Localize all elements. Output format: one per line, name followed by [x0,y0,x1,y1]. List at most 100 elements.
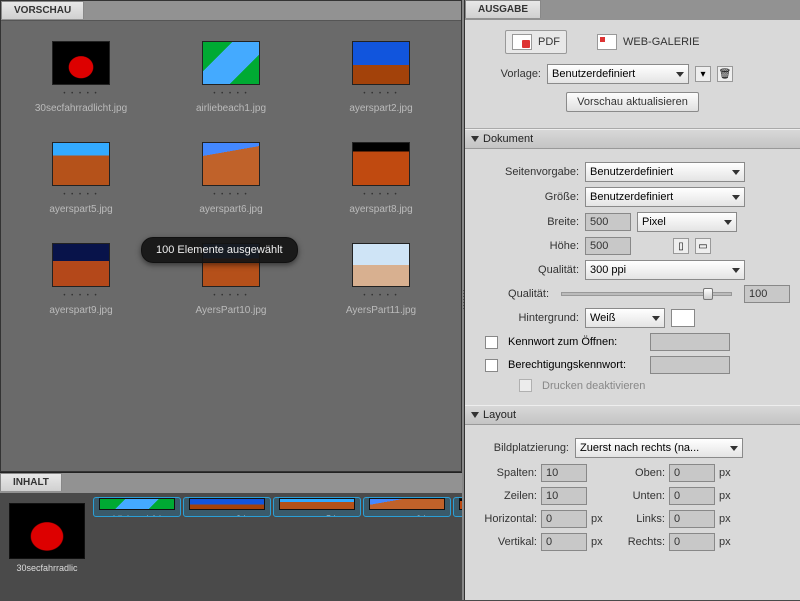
open-password-checkbox[interactable] [485,336,498,349]
selection-tooltip: 100 Elemente ausgewählt [141,237,298,263]
strip-thumb[interactable]: airliebeach1.jp [93,497,181,517]
open-password-input[interactable] [650,333,730,351]
thumb-image [202,41,260,85]
strip-label: 30secfahrradlic [7,563,87,573]
thumb-label: ayerspart8.jpg [349,204,412,215]
preview-thumb[interactable]: • • • • •ayerspart8.jpg [349,142,412,215]
placement-label: Bildplatzierung: [469,442,569,454]
placement-value: Zuerst nach rechts (na... [580,442,699,454]
layout-section-header[interactable]: Layout [465,405,800,425]
thumb-label: 30secfahrradlicht.jpg [35,103,127,114]
horiz-label: Horizontal: [469,513,537,525]
top-input[interactable] [669,464,715,482]
quality-value: 300 ppi [590,264,626,276]
strip-thumb[interactable]: ayerspart6.jpg [363,497,451,517]
perm-password-checkbox[interactable] [485,359,498,372]
disable-print-checkbox[interactable] [519,379,532,392]
template-value: Benutzerdefiniert [552,68,635,80]
web-icon [597,34,617,50]
strip-thumb[interactable]: ayers [453,497,462,517]
content-strip[interactable]: 30secfahrradlic airliebeach1.jp ayerspart2… [0,493,462,601]
preview-thumb[interactable]: • • • • • ayerspart9.jpg [49,243,112,316]
strip-thumb[interactable]: ayerspart5.jpg [273,497,361,517]
page-preset-select[interactable]: Benutzerdefiniert [585,162,745,182]
quality-select[interactable]: 300 ppi [585,260,745,280]
strip-thumb[interactable]: ayerspart2.jpg [183,497,271,517]
web-label: WEB-GALERIE [623,36,699,48]
document-section-header[interactable]: Dokument [465,129,800,149]
preview-thumb[interactable]: • • • • •AyersPart11.jpg [346,243,416,316]
preview-thumb[interactable]: • • • • •ayerspart5.jpg [49,142,112,215]
thumb-image [202,142,260,186]
thumb-image [352,243,410,287]
width-label: Breite: [469,216,579,228]
vert-label: Vertikal: [469,536,537,548]
chevron-down-icon [732,195,740,200]
template-label: Vorlage: [479,68,541,80]
refresh-preview-button[interactable]: Vorschau aktualisieren [566,92,699,112]
slider-thumb[interactable] [703,288,713,300]
size-select[interactable]: Benutzerdefiniert [585,187,745,207]
save-template-icon[interactable]: ▾ [695,66,711,82]
chevron-down-icon [724,220,732,225]
delete-template-icon[interactable]: 🗑 [717,66,733,82]
background-select[interactable]: Weiß [585,308,665,328]
strip-label: ayerspart2.jpg [187,514,267,516]
chevron-down-icon [730,446,738,451]
rows-input[interactable] [541,487,587,505]
thumb-image [52,243,110,287]
placement-select[interactable]: Zuerst nach rechts (na... [575,438,743,458]
rating-dots: • • • • • [213,192,248,198]
cols-input[interactable] [541,464,587,482]
right-input[interactable] [669,533,715,551]
rating-dots: • • • • • [213,91,248,97]
preview-thumb[interactable]: • • • • • 30secfahrradlicht.jpg [35,41,127,114]
top-label: Oben: [619,467,665,479]
unit-px: px [719,536,743,548]
template-select[interactable]: Benutzerdefiniert [547,64,689,84]
web-gallery-button[interactable]: WEB-GALERIE [595,30,701,54]
background-swatch[interactable] [671,309,695,327]
strip-thumb[interactable]: 30secfahrradlic [3,497,91,597]
output-tab[interactable]: AUSGABE [465,0,541,18]
width-unit-value: Pixel [642,216,666,228]
left-input[interactable] [669,510,715,528]
height-input[interactable] [585,237,631,255]
rating-dots: • • • • • [213,293,248,299]
rating-dots: • • • • • [363,91,398,97]
content-tab[interactable]: INHALT [0,473,62,491]
preview-thumb[interactable]: • • • • •ayerspart2.jpg [349,41,412,114]
width-unit-select[interactable]: Pixel [637,212,737,232]
unit-px: px [719,513,743,525]
horiz-input[interactable] [541,510,587,528]
background-value: Weiß [590,312,615,324]
thumb-image [52,41,110,85]
strip-image [189,498,265,510]
perm-password-input[interactable] [650,356,730,374]
quality-slider[interactable] [561,292,732,296]
pdf-output-button[interactable]: PDF [505,30,567,54]
unit-px: px [591,536,615,548]
thumb-label: AyersPart10.jpg [196,305,267,316]
background-label: Hintergrund: [469,312,579,324]
thumb-label: ayerspart9.jpg [49,305,112,316]
quality-slider-value[interactable] [744,285,790,303]
rating-dots: • • • • • [63,192,98,198]
rating-dots: • • • • • [63,91,98,97]
open-password-label: Kennwort zum Öffnen: [508,336,644,348]
preview-thumb[interactable]: • • • • •ayerspart6.jpg [199,142,262,215]
rating-dots: • • • • • [63,293,98,299]
chevron-down-icon [732,170,740,175]
left-label: Links: [619,513,665,525]
bottom-input[interactable] [669,487,715,505]
vert-input[interactable] [541,533,587,551]
preview-thumb[interactable]: • • • • •airliebeach1.jpg [196,41,266,114]
width-input[interactable] [585,213,631,231]
preview-tab[interactable]: VORSCHAU [1,1,84,19]
portrait-icon[interactable]: ▯ [673,238,689,254]
page-preset-value: Benutzerdefiniert [590,166,673,178]
landscape-icon[interactable]: ▭ [695,238,711,254]
strip-label: airliebeach1.jp [97,514,177,516]
height-label: Höhe: [469,240,579,252]
thumb-image [352,41,410,85]
